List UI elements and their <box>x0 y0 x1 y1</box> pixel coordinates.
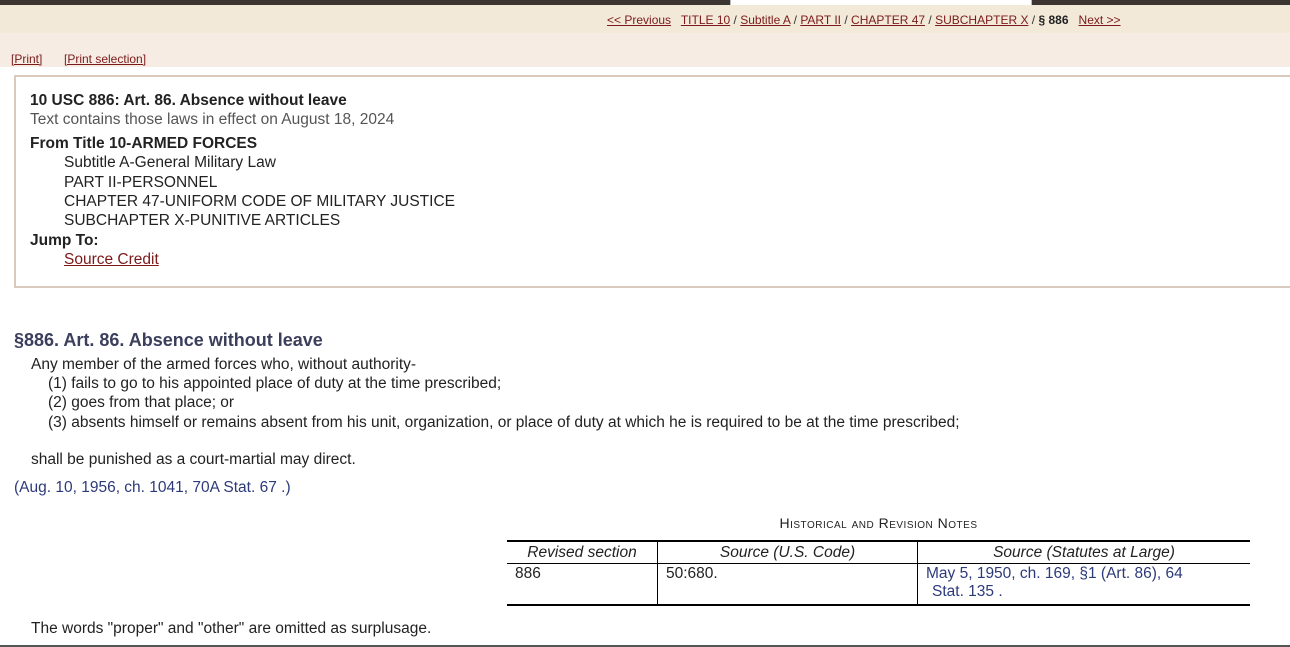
hierarchy-part: PART II-PERSONNEL <box>64 173 218 191</box>
revision-note-text: The words "proper" and "other" are omitt… <box>31 620 432 637</box>
section-closing: shall be punished as a court-martial may… <box>31 450 356 468</box>
print-selection-link[interactable]: [Print selection] <box>64 52 146 66</box>
next-link[interactable]: Next >> <box>1079 13 1121 27</box>
breadcrumb-current-section: § 886 <box>1038 13 1069 27</box>
column-header: Revised section <box>507 540 658 564</box>
breadcrumb-subtitle-link[interactable]: Subtitle A <box>740 13 790 27</box>
statutes-line: Stat. 135 . <box>932 583 1003 600</box>
from-title-heading: From Title 10-ARMED FORCES <box>30 134 258 152</box>
print-bar: [Print] [Print selection] <box>0 33 1290 67</box>
section-item: (1) fails to go to his appointed place o… <box>48 375 502 393</box>
breadcrumb-bar: << Previous TITLE 10 / Subtitle A / PART… <box>0 5 1290 33</box>
effective-date-note: Text contains those laws in effect on Au… <box>30 111 395 129</box>
jump-to-label: Jump To: <box>30 231 99 249</box>
breadcrumb: << Previous TITLE 10 / Subtitle A / PART… <box>607 13 1121 27</box>
hierarchy-subtitle: Subtitle A-General Military Law <box>64 154 276 172</box>
table-row: 886 50:680. May 5, 1950, ch. 169, §1 (Ar… <box>507 563 1250 606</box>
breadcrumb-subchapter-link[interactable]: SUBCHAPTER X <box>935 13 1028 27</box>
hierarchy-subchapter: SUBCHAPTER X-PUNITIVE ARTICLES <box>64 212 341 230</box>
statutes-source-cell: May 5, 1950, ch. 169, §1 (Art. 86), 64 S… <box>917 563 1250 606</box>
statutes-line: May 5, 1950, ch. 169, §1 (Art. 86), 64 <box>926 565 1183 582</box>
previous-link[interactable]: << Previous <box>607 13 671 27</box>
document-header-box: 10 USC 886: Art. 86. Absence without lea… <box>14 75 1290 288</box>
breadcrumb-separator: / <box>793 13 797 27</box>
revised-section-cell: 886 <box>507 563 658 606</box>
section-item: (2) goes from that place; or <box>48 394 235 412</box>
section-intro: Any member of the armed forces who, with… <box>31 356 417 373</box>
breadcrumb-title-link[interactable]: TITLE 10 <box>681 13 730 27</box>
hierarchy-chapter: CHAPTER 47-UNIFORM CODE OF MILITARY JUST… <box>64 193 455 211</box>
notes-heading: Historical and Revision Notes <box>779 515 978 531</box>
column-header: Source (U.S. Code) <box>657 540 918 564</box>
source-credit-link[interactable]: Source Credit <box>64 251 159 268</box>
section-body: Any member of the armed forces who, with… <box>0 355 960 469</box>
breadcrumb-separator: / <box>1031 13 1036 27</box>
column-header: Source (Statutes at Large) <box>917 540 1250 564</box>
breadcrumb-chapter-link[interactable]: CHAPTER 47 <box>851 13 925 27</box>
print-link[interactable]: [Print] <box>11 52 42 66</box>
usc-source-cell: 50:680. <box>657 563 918 606</box>
section-title: §886. Art. 86. Absence without leave <box>14 330 323 350</box>
breadcrumb-separator: / <box>844 13 848 27</box>
breadcrumb-part-link[interactable]: PART II <box>800 13 841 27</box>
breadcrumb-separator: / <box>928 13 932 27</box>
citation-heading: 10 USC 886: Art. 86. Absence without lea… <box>30 92 347 109</box>
breadcrumb-separator: / <box>733 13 737 27</box>
section-item: (3) absents himself or remains absent fr… <box>48 413 960 431</box>
source-credit: (Aug. 10, 1956, ch. 1041, 70A Stat. 67 .… <box>14 479 291 496</box>
revision-notes-table: Revised section Source (U.S. Code) Sourc… <box>507 540 1250 606</box>
